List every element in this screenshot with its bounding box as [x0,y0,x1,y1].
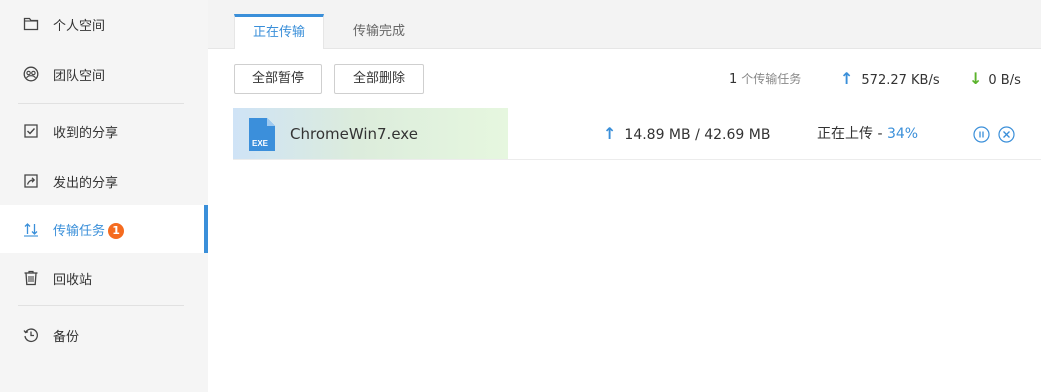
tab-completed[interactable]: 传输完成 [339,14,419,49]
upload-arrow-icon: ↑ [840,69,854,88]
download-speed-value: 0 B/s [988,73,1021,88]
team-icon [23,66,39,82]
upload-arrow-icon: ↑ [603,124,617,143]
notification-badge: 1 [108,222,125,239]
upload-speed: ↑ 572.27 KB/s [840,64,940,94]
download-arrow-icon: ↓ [969,69,983,88]
transfer-status-text: 正在上传 - [817,126,887,142]
sidebar-divider [18,305,184,306]
backup-icon [23,328,38,343]
tab-in-progress[interactable]: 正在传输 [234,14,324,49]
trash-icon [24,270,38,286]
file-type-label: EXE [252,139,269,148]
sidebar-item-label: 收到的分享 [53,125,119,141]
transfer-size-value: 14.89 MB / 42.69 MB [624,127,771,143]
sidebar-item-backup[interactable]: 备份 [0,311,208,359]
sidebar-divider [18,103,184,104]
sidebar-item-sent-shares[interactable]: 发出的分享 [0,157,208,205]
sidebar-item-team-space[interactable]: 团队空间 [0,50,208,98]
sidebar-item-label: 备份 [53,329,80,345]
pause-all-button[interactable]: 全部暂停 [234,64,322,94]
sidebar-item-received-shares[interactable]: 收到的分享 [0,107,208,155]
cancel-icon[interactable] [998,126,1015,143]
upload-speed-value: 572.27 KB/s [861,73,940,88]
delete-all-button[interactable]: 全部删除 [334,64,424,94]
sidebar-item-label: 发出的分享 [53,175,119,191]
task-count-unit: 个传输任务 [741,72,802,86]
transfer-status: 正在上传 - 34% [817,108,918,160]
task-count-number: 1 [729,72,738,87]
file-name: ChromeWin7.exe [290,125,418,143]
task-count: 1 个传输任务 [729,64,801,94]
sidebar-item-recycle-bin[interactable]: 回收站 [0,254,208,302]
sidebar-item-personal-space[interactable]: 个人空间 [0,0,208,48]
sidebar: 个人空间 团队空间 收到的分享 发出的分享 传输任务 1 回收站 备份 [0,0,208,392]
sidebar-item-label: 团队空间 [53,68,106,84]
download-speed: ↓ 0 B/s [969,64,1021,94]
received-share-icon [24,124,38,138]
exe-file-icon: EXE [249,118,275,151]
sidebar-item-label: 传输任务 1 [53,220,125,239]
transfer-percent: 34% [886,126,919,142]
transfer-row[interactable]: EXE ChromeWin7.exe ↑ 14.89 MB / 42.69 MB … [233,108,1041,160]
sidebar-item-transfer-tasks[interactable]: 传输任务 1 [0,205,208,253]
main-panel: 正在传输 传输完成 全部暂停 全部删除 1 个传输任务 ↑ 572.27 KB/s … [208,0,1041,392]
transfer-icon [24,223,38,237]
sent-share-icon [24,174,38,188]
tab-bar: 正在传输 传输完成 [208,0,1041,49]
pause-icon[interactable] [973,126,990,143]
sidebar-item-label: 个人空间 [53,18,106,34]
sidebar-item-label: 回收站 [53,272,93,288]
transfer-size: ↑ 14.89 MB / 42.69 MB [603,108,770,160]
folder-icon [23,17,39,31]
